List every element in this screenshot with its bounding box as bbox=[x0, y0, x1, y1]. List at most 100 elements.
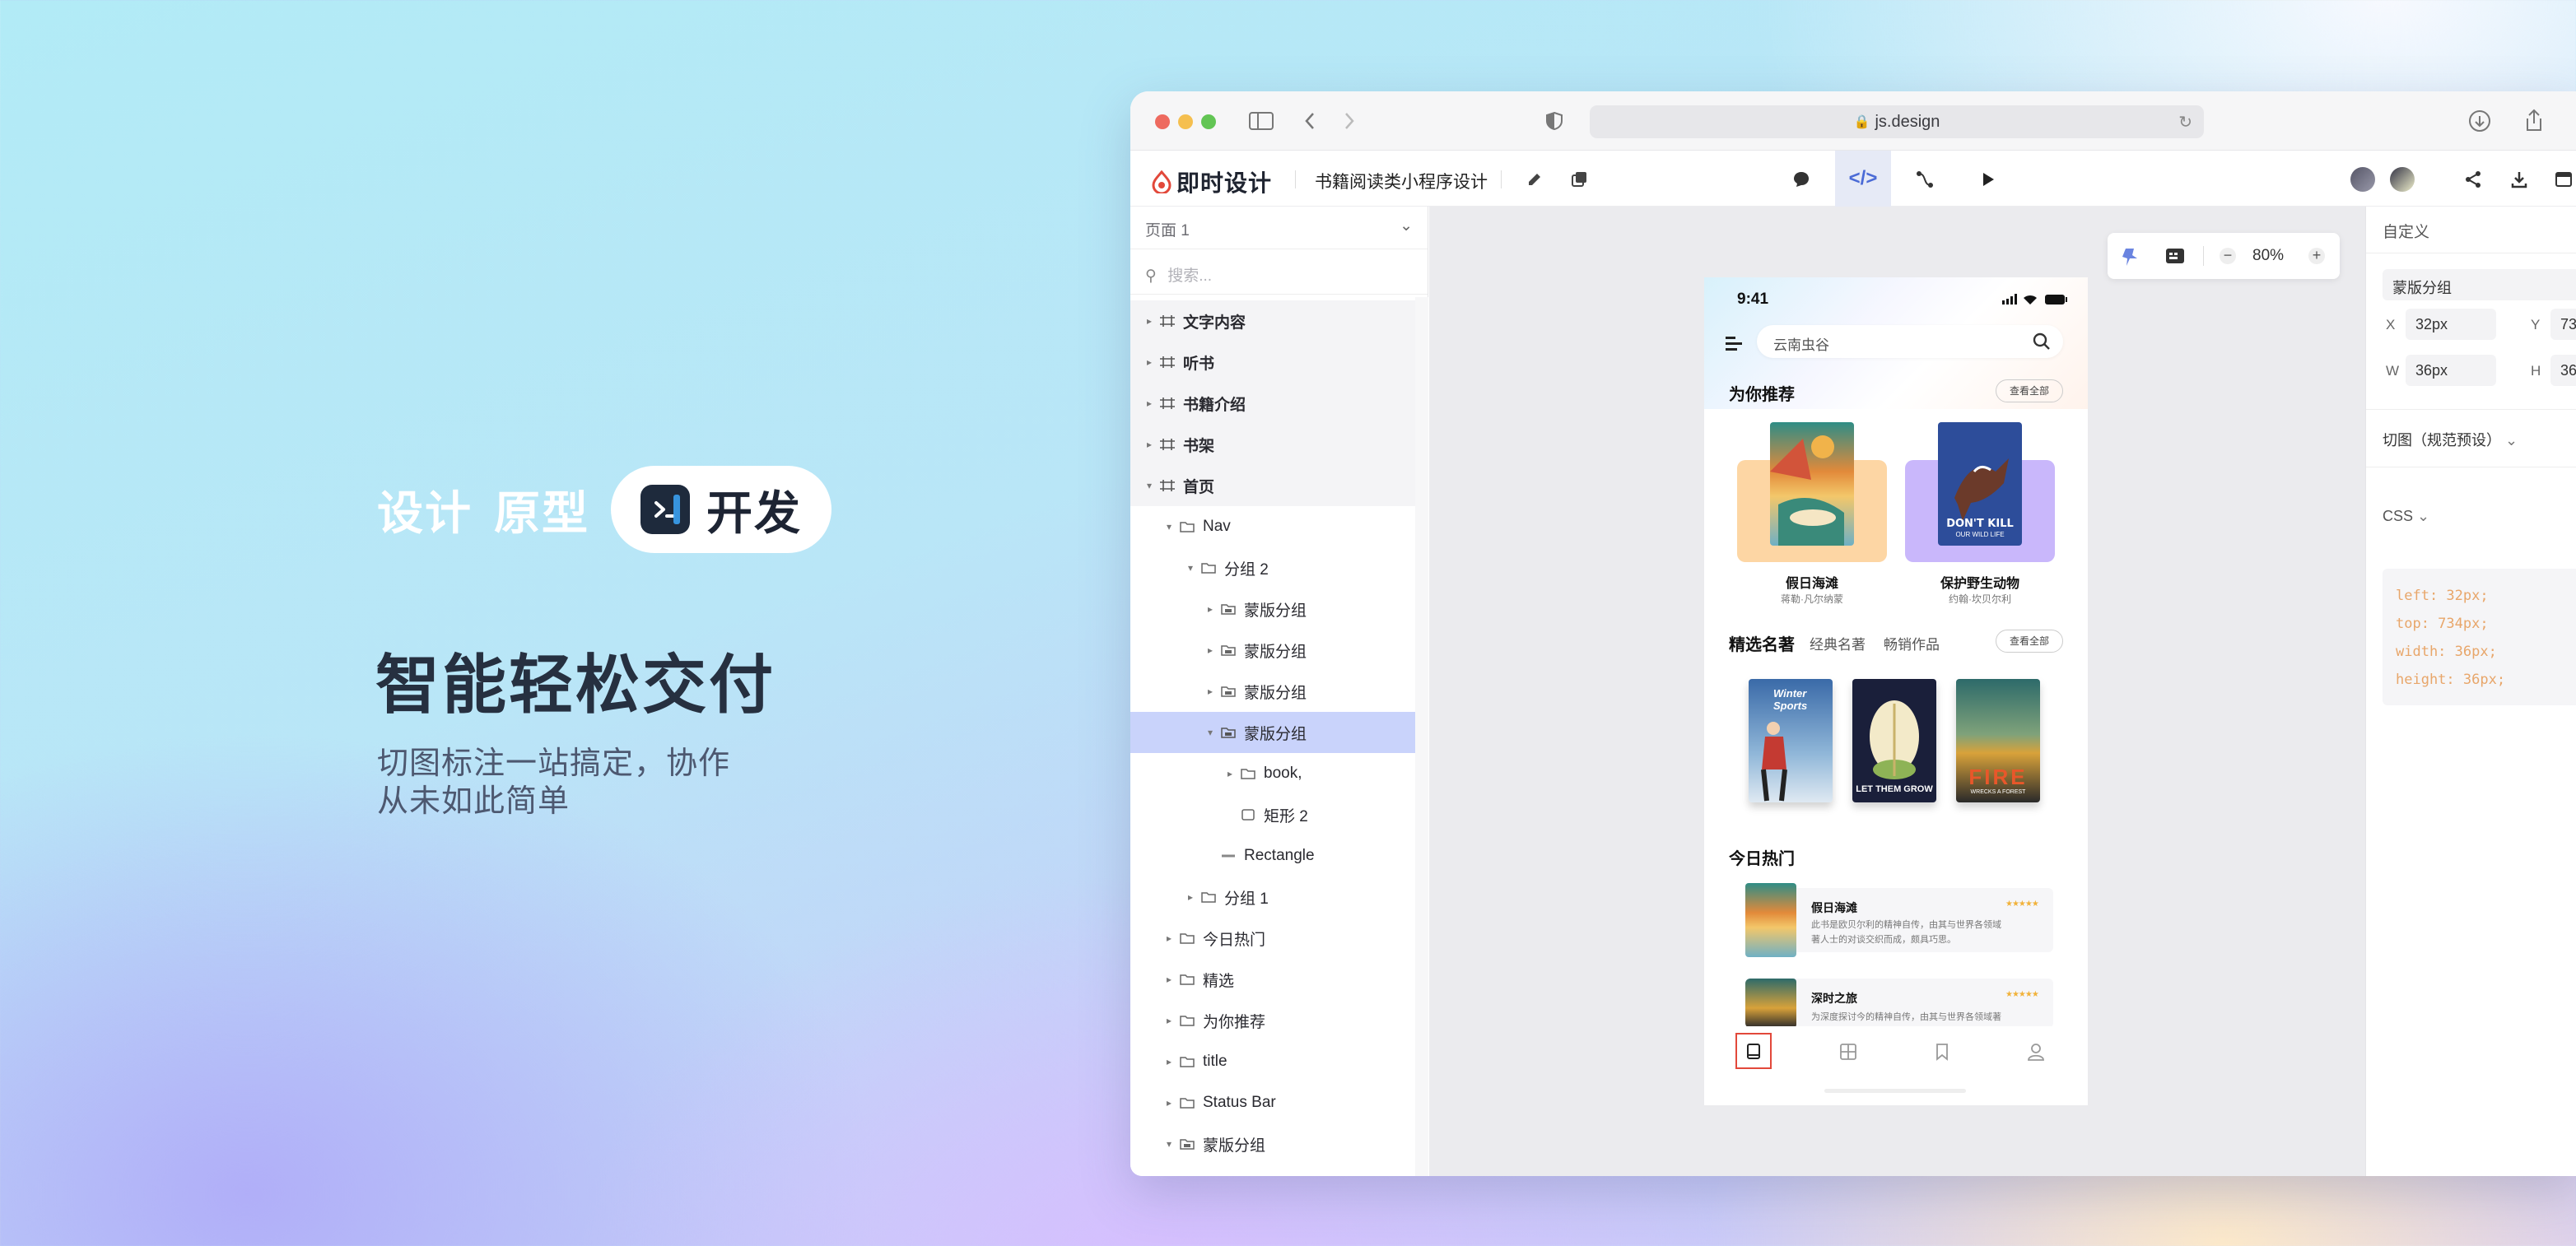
caret-right-icon[interactable]: ▸ bbox=[1144, 356, 1155, 368]
hot-list-item[interactable]: 假日海滩 ★★★★★ 此书是欧贝尔利的精神自传，由其与世界各领域 著人士的对谈交… bbox=[1745, 883, 2053, 957]
avatar[interactable] bbox=[2390, 167, 2415, 192]
tab-classics[interactable]: 经典名著 bbox=[1810, 633, 1866, 653]
see-all-button[interactable]: 查看全部 bbox=[1996, 630, 2063, 653]
book-cover-winter[interactable]: Winter Sports bbox=[1749, 679, 1833, 802]
avatar[interactable] bbox=[2350, 167, 2375, 192]
caret-right-icon[interactable]: ▸ bbox=[1144, 315, 1155, 327]
book-cover-let-them-grow[interactable]: LET THEM GROW bbox=[1852, 679, 1936, 802]
layer-row[interactable]: ▸ 今日热门 bbox=[1130, 918, 1415, 959]
layer-row[interactable]: ▸ book, bbox=[1130, 753, 1415, 794]
ruler-icon[interactable] bbox=[2165, 248, 2185, 264]
layer-row[interactable]: Rectangle bbox=[1130, 835, 1415, 876]
layer-row[interactable]: ▸ 文字内容 bbox=[1130, 300, 1415, 342]
h-input[interactable]: 36 bbox=[2550, 355, 2576, 386]
share-icon[interactable] bbox=[2523, 108, 2545, 133]
play-icon[interactable] bbox=[1973, 165, 2001, 193]
caret-right-icon[interactable]: ▸ bbox=[1204, 686, 1216, 697]
layer-row[interactable]: ▸ 蒙版分组 bbox=[1130, 588, 1415, 630]
book-cover-beach[interactable] bbox=[1770, 422, 1854, 546]
x-input[interactable]: 32px bbox=[2406, 309, 2496, 340]
zoom-in-button[interactable]: + bbox=[2308, 248, 2325, 264]
caret-down-icon[interactable]: ▾ bbox=[1204, 727, 1216, 738]
layer-row[interactable]: ▾ 首页 bbox=[1130, 465, 1415, 506]
reload-icon[interactable]: ↻ bbox=[2178, 112, 2192, 133]
see-all-button[interactable]: 查看全部 bbox=[1996, 379, 2063, 402]
caret-down-icon[interactable]: ▾ bbox=[1163, 1138, 1175, 1150]
layer-row[interactable]: ▸ 听书 bbox=[1130, 342, 1415, 383]
layer-row[interactable]: ▸ 蒙版分组 bbox=[1130, 630, 1415, 671]
page-selector[interactable]: 页面 1 ⌄ bbox=[1130, 207, 1428, 249]
layer-row[interactable]: ▸ Status Bar bbox=[1130, 1082, 1415, 1123]
layer-row[interactable]: ▸ 书籍介绍 bbox=[1130, 383, 1415, 424]
forward-arrow-icon[interactable] bbox=[1343, 111, 1356, 131]
layer-row[interactable]: 矩形 2 bbox=[1130, 794, 1415, 835]
layer-row[interactable]: ▸ 书架 bbox=[1130, 424, 1415, 465]
dev-mode-button[interactable]: </> bbox=[1835, 151, 1891, 207]
design-canvas[interactable]: − 80% + 9:41 云南虫谷 为你推荐 查看全部 DON'T KILL O… bbox=[1429, 207, 2365, 1176]
caret-right-icon[interactable]: ▸ bbox=[1163, 974, 1175, 985]
bookmark-tab-icon[interactable] bbox=[1935, 1043, 1949, 1061]
layer-row[interactable]: ▾ 分组 2 bbox=[1130, 547, 1415, 588]
slice-preset-dropdown[interactable]: 切图（规范预设） ⌄ bbox=[2383, 429, 2518, 450]
layer-row[interactable]: ▸ title bbox=[1130, 1041, 1415, 1082]
edit-pencil-icon[interactable] bbox=[1521, 165, 1549, 193]
share-network-icon[interactable] bbox=[2459, 165, 2487, 193]
caret-right-icon[interactable]: ▸ bbox=[1163, 1015, 1175, 1026]
layer-name-field[interactable]: 蒙版分组 bbox=[2383, 269, 2576, 300]
address-bar[interactable]: 🔒 js.design ↻ bbox=[1590, 105, 2204, 138]
caret-down-icon[interactable]: ▾ bbox=[1144, 480, 1155, 491]
caret-right-icon[interactable]: ▸ bbox=[1163, 932, 1175, 944]
caret-right-icon[interactable]: ▸ bbox=[1144, 439, 1155, 450]
shield-icon[interactable] bbox=[1545, 111, 1563, 131]
caret-right-icon[interactable]: ▸ bbox=[1163, 1097, 1175, 1109]
caret-right-icon[interactable]: ▸ bbox=[1224, 768, 1236, 779]
phone-artboard[interactable]: 9:41 云南虫谷 为你推荐 查看全部 DON'T KILL OUR WILD … bbox=[1704, 277, 2088, 1105]
search-icon[interactable] bbox=[2032, 332, 2052, 351]
component-icon[interactable] bbox=[1565, 165, 1593, 193]
menu-icon[interactable] bbox=[1726, 335, 1744, 351]
back-arrow-icon[interactable] bbox=[1303, 111, 1316, 131]
export-download-icon[interactable] bbox=[2505, 165, 2533, 193]
layer-row[interactable]: ▸ 精选 bbox=[1130, 959, 1415, 1000]
sidebar-toggle-icon[interactable] bbox=[1249, 111, 1274, 131]
zoom-out-button[interactable]: − bbox=[2220, 248, 2236, 264]
caret-down-icon[interactable]: ▾ bbox=[1163, 521, 1175, 532]
hot-list-item[interactable]: 深时之旅 ★★★★★ 为深度探讨今的精神自传，由其与世界各领域著 bbox=[1745, 979, 2053, 1028]
w-input[interactable]: 36px bbox=[2406, 355, 2496, 386]
book-cover-fire[interactable]: FIRE WRECKS A FOREST bbox=[1956, 679, 2040, 802]
project-name[interactable]: 书籍阅读类小程序设计 bbox=[1315, 169, 1488, 193]
comment-icon[interactable] bbox=[1787, 165, 1815, 193]
layer-row[interactable]: ▸ 蒙版分组 bbox=[1130, 671, 1415, 712]
caret-down-icon[interactable]: ▾ bbox=[1185, 562, 1196, 574]
caret-right-icon[interactable]: ▸ bbox=[1204, 644, 1216, 656]
close-window-button[interactable] bbox=[1155, 114, 1170, 129]
layout-panel-icon[interactable] bbox=[2550, 165, 2576, 193]
css-dropdown[interactable]: CSS ⌄ bbox=[2383, 508, 2429, 525]
download-icon[interactable] bbox=[2468, 109, 2491, 133]
phone-search-bar[interactable]: 云南虫谷 bbox=[1757, 325, 2063, 358]
pin-annotation-icon[interactable] bbox=[2121, 246, 2142, 267]
layer-row[interactable]: ▾ 蒙版分组 bbox=[1130, 1123, 1415, 1165]
layer-search-input[interactable]: ⚲ 搜索... bbox=[1130, 250, 1428, 295]
layer-row-selected[interactable]: ▾ 蒙版分组 bbox=[1130, 712, 1415, 753]
zoom-level[interactable]: 80% bbox=[2252, 247, 2284, 265]
layers-scrollbar[interactable] bbox=[1415, 297, 1428, 1176]
layer-row[interactable]: ▸ 分组 1 bbox=[1130, 876, 1415, 918]
maximize-window-button[interactable] bbox=[1201, 114, 1216, 129]
app-logo[interactable]: 即时设计 bbox=[1152, 165, 1272, 198]
tab-bestseller[interactable]: 畅销作品 bbox=[1884, 633, 1940, 653]
profile-tab-icon[interactable] bbox=[2027, 1043, 2045, 1061]
layer-row[interactable]: ▸ 为你推荐 bbox=[1130, 1000, 1415, 1041]
caret-right-icon[interactable]: ▸ bbox=[1204, 603, 1216, 615]
layer-row[interactable]: ▾ Nav bbox=[1130, 506, 1415, 547]
prototype-link-icon[interactable] bbox=[1911, 165, 1939, 193]
grid-tab-icon[interactable] bbox=[1839, 1043, 1857, 1061]
book-cover-wildlife[interactable]: DON'T KILL OUR WILD LIFE bbox=[1938, 422, 2022, 546]
caret-right-icon[interactable]: ▸ bbox=[1163, 1056, 1175, 1067]
y-input[interactable]: 73 bbox=[2550, 309, 2576, 340]
book-tab-icon[interactable] bbox=[1745, 1043, 1762, 1061]
caret-right-icon[interactable]: ▸ bbox=[1144, 398, 1155, 409]
minimize-window-button[interactable] bbox=[1178, 114, 1193, 129]
caret-right-icon[interactable]: ▸ bbox=[1185, 891, 1196, 903]
css-code-block[interactable]: left: 32px; top: 734px; width: 36px; hei… bbox=[2383, 569, 2576, 705]
